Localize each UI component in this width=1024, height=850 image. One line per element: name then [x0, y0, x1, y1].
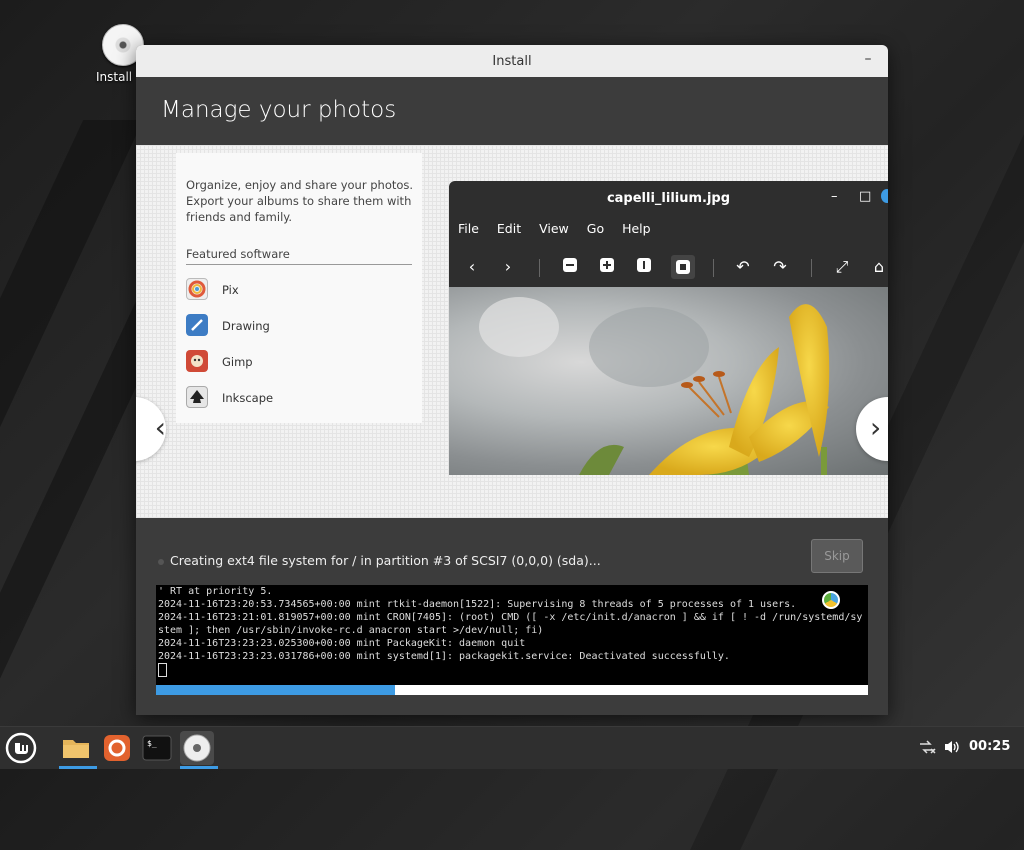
viewer-menu-file: File: [458, 221, 479, 236]
zoom-out-icon: [560, 257, 580, 277]
viewer-minimize-icon: –: [831, 189, 838, 204]
install-status: Creating ext4 file system for / in parti…: [158, 553, 601, 568]
files-launcher[interactable]: [59, 731, 97, 769]
slideshow-icon: ⌂: [873, 257, 885, 276]
viewer-toolbar: ‹ › ↶ ↷ ⤢ ⌂: [449, 251, 888, 283]
progress-fill: [156, 685, 395, 695]
image-viewer-screenshot: capelli_lilium.jpg – □ File Edit View Go…: [449, 181, 888, 475]
app-name: Pix: [222, 283, 239, 297]
gimp-icon: [186, 350, 208, 372]
disc-icon: [183, 734, 211, 762]
slide-header: Manage your photos: [136, 77, 888, 145]
clock[interactable]: 00:25: [969, 739, 1010, 754]
skip-button[interactable]: Skip: [811, 539, 863, 573]
firefox-icon: [104, 735, 130, 761]
folder-icon: [63, 740, 89, 758]
pix-icon: [186, 278, 208, 300]
viewer-menu-view: View: [539, 221, 569, 236]
app-name: Gimp: [222, 355, 253, 369]
install-progress-bar: [156, 685, 868, 695]
status-dot-icon: [158, 559, 164, 565]
log-line: ' RT at priority 5.: [158, 586, 273, 597]
network-icon[interactable]: [918, 739, 936, 759]
terminal-icon: $_: [142, 735, 172, 761]
viewer-menu-edit: Edit: [496, 221, 522, 236]
back-icon: ‹: [468, 257, 476, 276]
lily-photo: [449, 287, 888, 475]
viewer-menu-go: Go: [586, 221, 605, 236]
drawing-icon: [186, 314, 208, 336]
log-line: 2024-11-16T23:23:23.025300+00:00 mint Pa…: [158, 638, 526, 649]
app-name: Inkscape: [222, 391, 274, 405]
viewer-menubar: File Edit View Go Help: [458, 221, 665, 236]
terminal-launcher[interactable]: $_: [140, 731, 174, 765]
slide-heading: Manage your photos: [161, 97, 397, 123]
mint-logo-icon: [822, 591, 840, 609]
best-fit-icon: [671, 255, 695, 279]
installer-window: Install – Manage your photos Organize, e…: [136, 45, 888, 715]
install-log-terminal[interactable]: ' RT at priority 5. 2024-11-16T23:20:53.…: [156, 585, 868, 685]
slideshow-panel: Organize, enjoy and share your photos. E…: [136, 145, 888, 518]
fullscreen-icon: ⤢: [835, 257, 849, 276]
window-titlebar[interactable]: Install –: [136, 45, 888, 77]
rotate-right-icon: ↷: [773, 257, 787, 276]
chevron-right-icon: ›: [870, 411, 882, 444]
volume-icon[interactable]: [943, 739, 961, 759]
inkscape-icon: [186, 386, 208, 408]
viewer-close-icon: [881, 189, 888, 203]
minimize-button[interactable]: –: [860, 51, 876, 67]
slide-description: Organize, enjoy and share your photos. E…: [186, 178, 414, 224]
log-line: 2024-11-16T23:21:01.819057+00:00 mint CR…: [158, 612, 863, 636]
menu-button[interactable]: [4, 731, 38, 765]
firefox-launcher[interactable]: [100, 731, 134, 765]
status-text: Creating ext4 file system for / in parti…: [170, 553, 601, 568]
toolbar-separator: [811, 259, 812, 277]
previous-slide-button[interactable]: ‹: [136, 397, 166, 461]
zoom-normal-icon: [634, 257, 654, 277]
slide-text-card: Organize, enjoy and share your photos. E…: [176, 153, 422, 423]
viewer-menu-help: Help: [622, 221, 651, 236]
installer-taskbar-item[interactable]: [180, 731, 218, 769]
zoom-in-icon: [597, 257, 617, 277]
svg-text:$_: $_: [147, 739, 157, 748]
taskbar: $_ 00:25: [0, 726, 1024, 769]
viewer-title: capelli_lilium.jpg: [606, 191, 731, 206]
terminal-cursor: [158, 663, 866, 677]
viewer-maximize-icon: □: [859, 189, 872, 204]
app-name: Drawing: [222, 319, 270, 333]
log-line: 2024-11-16T23:23:23.031786+00:00 mint sy…: [158, 651, 730, 662]
log-line: 2024-11-16T23:20:53.734565+00:00 mint rt…: [158, 599, 797, 610]
forward-icon: ›: [504, 257, 512, 276]
rotate-left-icon: ↶: [736, 257, 750, 276]
toolbar-separator: [713, 259, 714, 277]
featured-software-label: Featured software: [186, 247, 412, 265]
window-title: Install: [492, 54, 532, 69]
toolbar-separator: [539, 259, 540, 277]
linux-mint-menu-icon: [5, 732, 37, 764]
